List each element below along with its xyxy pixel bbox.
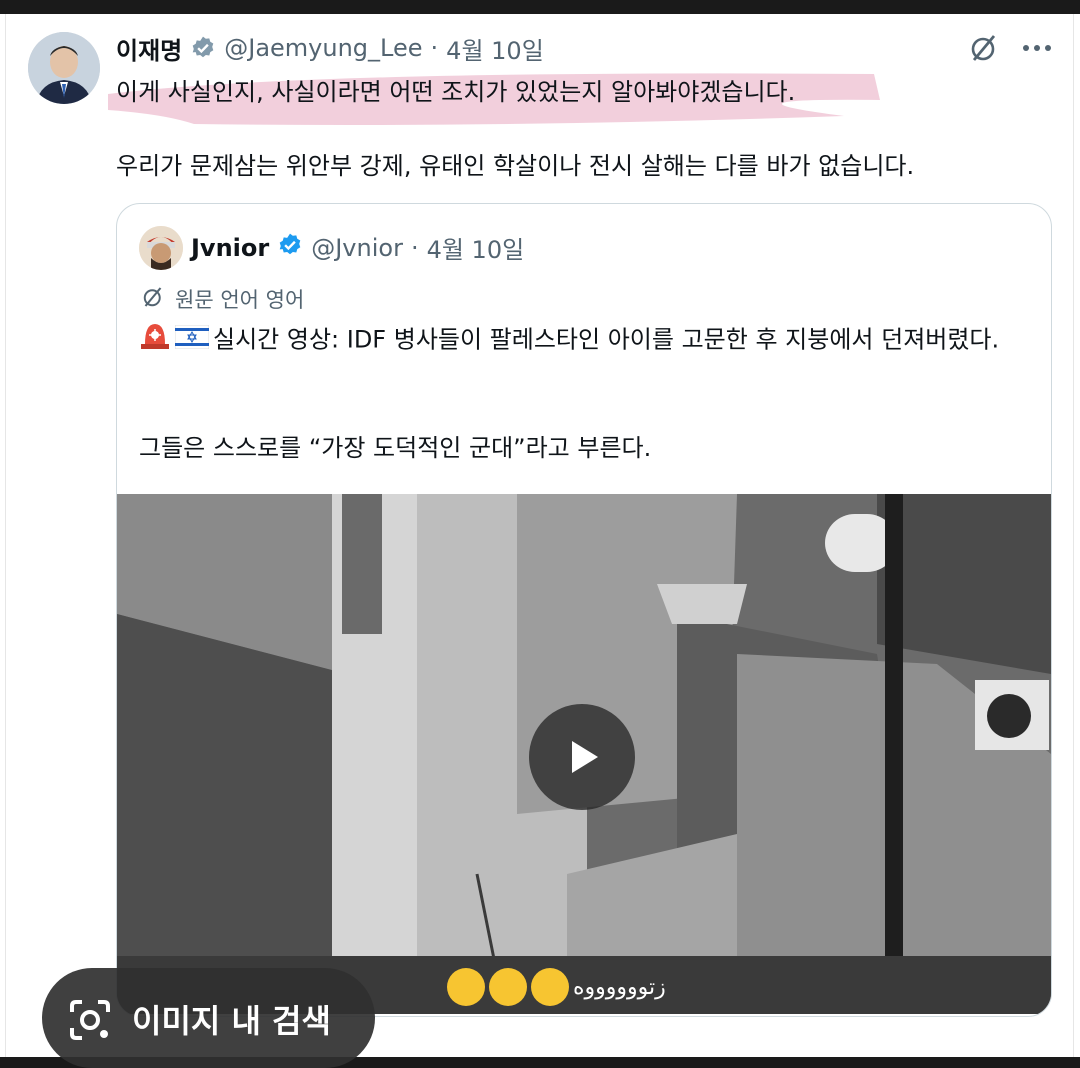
quoted-author-avatar[interactable] [139, 226, 183, 270]
translate-row[interactable]: 원문 언어 영어 [141, 284, 304, 314]
tweet-header: 이재명 @Jaemyung_Lee · 4월 10일 [116, 30, 544, 66]
video-caption: زتووووووه [447, 968, 666, 1006]
image-search-label: 이미지 내 검색 [132, 1002, 331, 1040]
play-icon [572, 741, 598, 773]
quoted-text-line1: 실시간 영상: IDF 병사들이 팔레스타인 아이를 고문한 후 지붕에서 던져… [139, 320, 1031, 361]
verified-gray-icon [190, 35, 216, 61]
quoted-text-line2: 그들은 스스로를 “가장 도덕적인 군대”라고 부른다. [139, 434, 652, 462]
more-icon[interactable] [1022, 43, 1052, 53]
translate-label: 원문 언어 영어 [175, 288, 305, 312]
siren-icon [139, 320, 171, 361]
verified-blue-icon [277, 232, 303, 264]
tweet-text-line1: 이게 사실인지, 사실이라면 어떤 조치가 있었는지 알아봐야겠습니다. [116, 78, 796, 106]
emoji-icon [489, 968, 527, 1006]
quoted-text-content: 실시간 영상: IDF 병사들이 팔레스타인 아이를 고문한 후 지붕에서 던져… [213, 325, 1000, 354]
right-edge [1073, 14, 1080, 1057]
author-avatar[interactable] [28, 32, 100, 104]
quoted-handle[interactable]: @Jvnior [311, 234, 403, 262]
left-edge [0, 14, 6, 1057]
quoted-header: Jvnior @Jvnior · 4월 10일 [191, 230, 524, 265]
author-handle[interactable]: @Jaemyung_Lee [224, 34, 422, 62]
emoji-icon [531, 968, 569, 1006]
video-caption-text: زتووووووه [573, 974, 666, 1000]
tweet-date[interactable]: 4월 10일 [446, 31, 544, 66]
quoted-tweet[interactable]: Jvnior @Jvnior · 4월 10일 원문 언어 영어 실시간 영상:… [116, 203, 1052, 1017]
image-search-button[interactable]: 이미지 내 검색 [42, 968, 375, 1068]
quoted-separator: · [410, 233, 419, 262]
separator-dot: · [430, 34, 439, 62]
translate-icon [141, 285, 165, 314]
video-player[interactable]: زتووووووه [117, 494, 1051, 1014]
tweet-top-icons [968, 32, 1052, 64]
emoji-icon [447, 968, 485, 1006]
quoted-author-name[interactable]: Jvnior [191, 234, 269, 262]
quoted-date[interactable]: 4월 10일 [427, 230, 525, 265]
play-button[interactable] [529, 704, 635, 810]
tweet-text-line2: 우리가 문제삼는 위안부 강제, 유태인 학살이나 전시 살해는 다를 바가 없… [116, 152, 915, 180]
author-name[interactable]: 이재명 [116, 31, 182, 66]
grok-slash-icon[interactable] [968, 32, 1000, 64]
lens-icon [62, 992, 118, 1052]
israel-flag-icon [174, 322, 210, 360]
